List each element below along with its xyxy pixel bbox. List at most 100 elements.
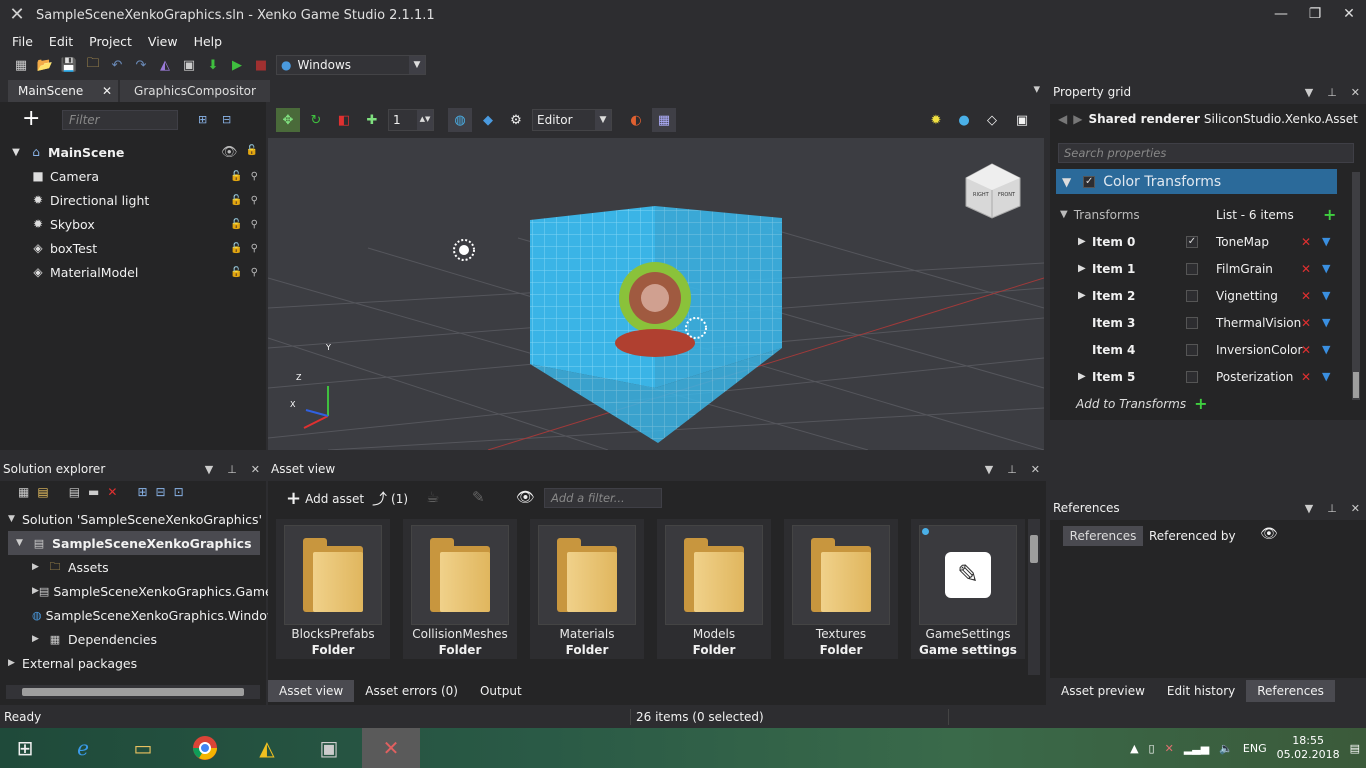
play-icon[interactable]: ▶ <box>228 56 246 74</box>
asset-tile[interactable]: Models Folder <box>657 519 771 659</box>
world-space-icon[interactable]: ◍ <box>448 108 472 132</box>
network-disconnected-icon[interactable]: ✕ <box>1165 742 1174 755</box>
camera-preview-icon[interactable]: ▣ <box>1010 108 1034 132</box>
tab-output[interactable]: Output <box>469 680 533 702</box>
scale-tool-icon[interactable]: ◧ <box>332 108 356 132</box>
snap-value-input[interactable]: 1 ▲▼ <box>388 109 434 131</box>
asset-tile[interactable]: ✎ GameSettings Game settings <box>911 519 1025 659</box>
gizmo-toggle-icon[interactable]: ◇ <box>980 108 1004 132</box>
app-triangle-icon[interactable]: ◭ <box>238 728 296 768</box>
redo-icon[interactable]: ↷ <box>132 56 150 74</box>
chevron-down-icon[interactable]: ▼ <box>16 538 30 548</box>
solution-tree-row[interactable]: ▶ ▤ SampleSceneXenkoGraphics.Game <box>0 579 273 603</box>
snap-icon[interactable]: ✚ <box>360 108 384 132</box>
new-project-icon[interactable]: ▦ <box>18 485 29 499</box>
add-asset-button[interactable]: + Add asset <box>286 488 364 509</box>
material-view-icon[interactable]: ◐ <box>624 108 648 132</box>
chevron-down-icon[interactable]: ▼ <box>1060 209 1068 220</box>
solution-tree-row[interactable]: ▶ 🗀 Assets <box>0 555 266 579</box>
camera-mode-select[interactable]: Editor ▼ <box>532 109 612 131</box>
entity-row-skybox[interactable]: ✹ Skybox 🔓 ⚲ <box>0 212 266 236</box>
item-enabled-checkbox[interactable] <box>1186 316 1198 329</box>
menu-file[interactable]: File <box>4 34 41 49</box>
visibility-eye-icon[interactable]: 👁 <box>1260 526 1278 542</box>
transform-item-row[interactable]: Item 3 ThermalVision ✕ ▼ <box>1050 309 1350 336</box>
scene-filter-input[interactable]: Filter <box>62 110 178 130</box>
rename-icon[interactable]: ▬ <box>88 485 99 499</box>
transform-item-row[interactable]: ▶ Item 2 Vignetting ✕ ▼ <box>1050 282 1350 309</box>
tab-references-bottom[interactable]: References <box>1246 680 1335 702</box>
notifications-icon[interactable]: ▤ <box>1350 742 1360 755</box>
xenko-taskbar-icon[interactable]: ✕ <box>362 728 420 768</box>
package-icon[interactable]: ▣ <box>180 56 198 74</box>
expand-icon[interactable]: ⊞ <box>137 485 147 499</box>
translate-tool-icon[interactable]: ✥ <box>276 108 300 132</box>
tab-asset-view[interactable]: Asset view <box>268 680 355 702</box>
pin-icon[interactable]: ⚲ <box>251 171 258 182</box>
chevron-right-icon[interactable]: ▶ <box>1078 290 1086 301</box>
chevron-right-icon[interactable]: ▶ <box>8 658 22 668</box>
tab-edit-history[interactable]: Edit history <box>1156 680 1246 702</box>
chevron-right-icon[interactable]: ▶ <box>32 562 46 572</box>
remove-item-icon[interactable]: ✕ <box>1301 235 1311 249</box>
rotate-tool-icon[interactable]: ↻ <box>304 108 328 132</box>
add-to-transforms-row[interactable]: Add to Transforms + <box>1050 390 1350 417</box>
references-count-button[interactable]: ⤴ (1) <box>372 488 408 509</box>
close-tab-icon[interactable]: ✕ <box>102 80 112 102</box>
item-enabled-checkbox[interactable] <box>1186 262 1198 275</box>
device-icon[interactable]: ▯ <box>1149 742 1155 755</box>
nvidia-icon[interactable]: ▣ <box>300 728 358 768</box>
panel-menu-icon[interactable]: ▼ <box>205 463 213 476</box>
volume-icon[interactable]: 🔈 <box>1219 742 1233 755</box>
pin-icon[interactable]: ⊥ <box>1007 463 1017 476</box>
undo-icon[interactable]: ↶ <box>108 56 126 74</box>
transform-item-row[interactable]: ▶ Item 0 ✓ ToneMap ✕ ▼ <box>1050 228 1350 255</box>
entity-row-camera[interactable]: ■ Camera 🔓 ⚲ <box>0 164 266 188</box>
chevron-down-icon[interactable]: ▼ <box>1322 316 1330 329</box>
windows-start-icon[interactable]: ⊞ <box>0 728 50 768</box>
collapse-all-icon[interactable]: ⊟ <box>222 113 231 126</box>
lock-icon[interactable]: 🔓 <box>230 267 242 278</box>
local-space-icon[interactable]: ◆ <box>476 108 500 132</box>
tab-referenced-by[interactable]: Referenced by <box>1149 529 1236 543</box>
chevron-down-icon[interactable]: ▼ <box>1322 235 1330 248</box>
transform-item-row[interactable]: Item 4 InversionColor ✕ ▼ <box>1050 336 1350 363</box>
new-project-icon[interactable]: ▦ <box>12 56 30 74</box>
filter-icon[interactable]: ⊡ <box>174 485 184 499</box>
solution-tree-row[interactable]: ▶ ▦ Dependencies <box>0 627 266 651</box>
lock-icon[interactable]: 🔓 <box>230 219 242 230</box>
minimize-button[interactable]: — <box>1264 0 1298 28</box>
item-enabled-checkbox[interactable] <box>1186 343 1198 356</box>
close-button[interactable]: ✕ <box>1332 0 1366 28</box>
scene-viewport[interactable]: ✥ ↻ ◧ ✚ 1 ▲▼ ◍ ◆ ⚙ Editor ▼ ◐ ▦ ✹ ● ◇ ▣ <box>268 102 1044 450</box>
pin-icon[interactable]: ⚲ <box>251 195 258 206</box>
expand-all-icon[interactable]: ⊞ <box>198 113 207 126</box>
solution-tree-row[interactable]: ◍ SampleSceneXenkoGraphics.Windows <box>0 603 284 627</box>
remove-item-icon[interactable]: ✕ <box>1301 316 1311 330</box>
chevron-down-icon[interactable]: ▼ <box>1062 175 1071 189</box>
chevron-down-icon[interactable]: ▼ <box>1322 289 1330 302</box>
panel-menu-icon[interactable]: ▼ <box>1305 502 1313 515</box>
entity-row-materialmodel[interactable]: ◈ MaterialModel 🔓 ⚲ <box>0 260 266 284</box>
item-enabled-checkbox[interactable]: ✓ <box>1186 235 1198 248</box>
maximize-button[interactable]: ❐ <box>1298 0 1332 28</box>
edit-icon[interactable]: ✎ <box>472 488 485 506</box>
entity-row-boxtest[interactable]: ◈ boxTest 🔓 ⚲ <box>0 236 266 260</box>
remove-item-icon[interactable]: ✕ <box>1301 343 1311 357</box>
tab-graphicscompositor[interactable]: GraphicsCompositor <box>120 80 270 102</box>
property-scrollbar[interactable] <box>1352 172 1360 400</box>
forward-icon[interactable]: ▶ <box>1073 112 1082 126</box>
add-transform-icon[interactable]: + <box>1194 394 1207 413</box>
entity-row-directional-light[interactable]: ✹ Directional light 🔓 ⚲ <box>0 188 266 212</box>
pin-icon[interactable]: ⊥ <box>227 463 237 476</box>
lock-icon[interactable]: 🔓 <box>230 243 242 254</box>
asset-filter-input[interactable]: Add a filter... <box>544 488 662 508</box>
transforms-row[interactable]: ▼ Transforms List - 6 items + <box>1050 201 1350 228</box>
item-enabled-checkbox[interactable] <box>1186 289 1198 302</box>
chrome-icon[interactable] <box>176 728 234 768</box>
chevron-right-icon[interactable]: ▶ <box>32 586 39 596</box>
view-cube[interactable] <box>966 164 1020 218</box>
asset-tile[interactable]: BlocksPrefabs Folder <box>276 519 390 659</box>
tab-asset-errors[interactable]: Asset errors (0) <box>354 680 469 702</box>
chevron-right-icon[interactable]: ▶ <box>1078 371 1086 382</box>
